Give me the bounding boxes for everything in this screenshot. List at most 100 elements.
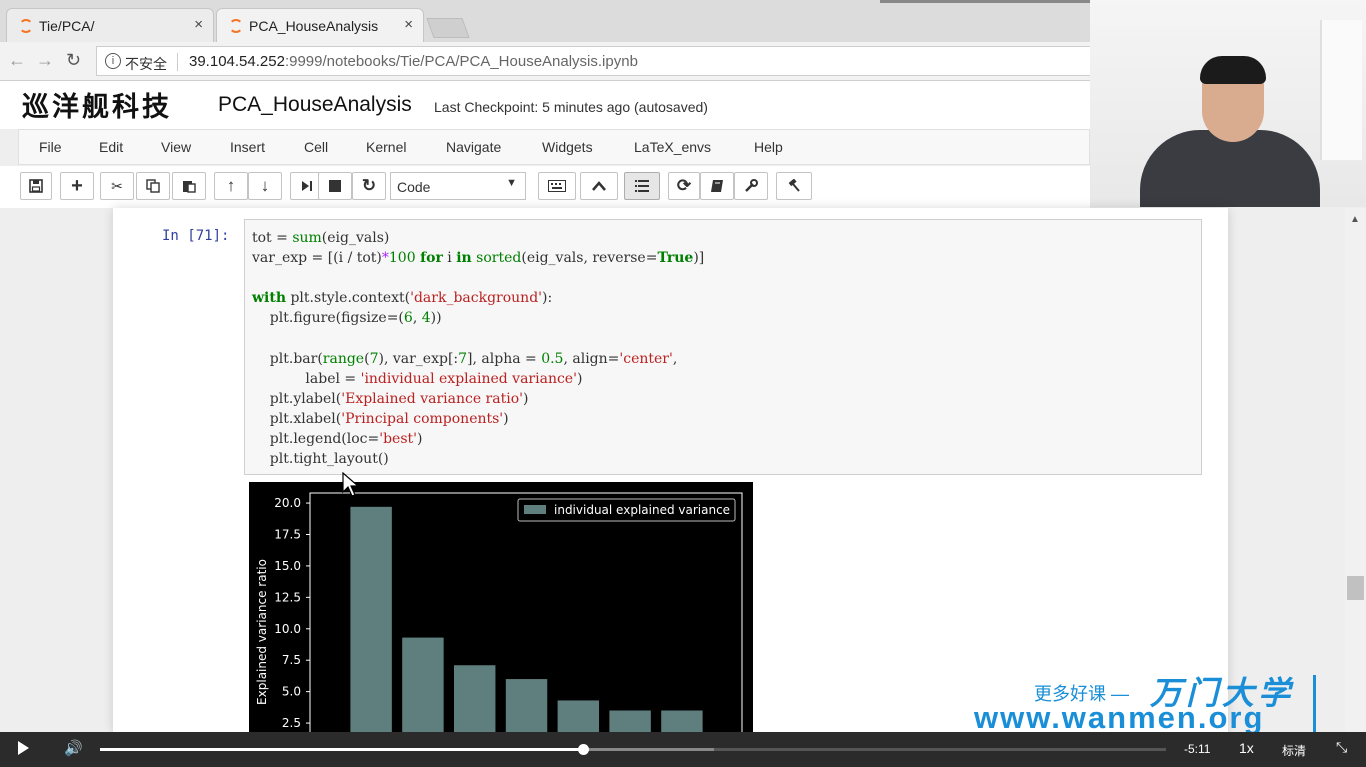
jupyter-header: 巡洋舰科技 PCA_HouseAnalysis Last Checkpoint:… [0, 81, 1090, 129]
keyboard-icon [548, 180, 566, 192]
collapse-up-button[interactable] [580, 172, 618, 200]
notebook-name[interactable]: PCA_HouseAnalysis [218, 93, 412, 117]
copy-icon [146, 179, 160, 193]
code-cell[interactable]: tot = sum(eig_vals) var_exp = [(i / tot)… [244, 219, 1202, 475]
bar-2 [454, 665, 496, 755]
webcam-background-wall [1320, 20, 1362, 160]
dropdown-arrow-icon: ▼ [506, 177, 517, 189]
bar-0 [350, 506, 392, 755]
presenter-hair [1200, 56, 1266, 84]
hammer-icon [788, 178, 800, 192]
seek-bar[interactable] [100, 744, 1166, 755]
interrupt-button[interactable] [318, 172, 352, 200]
exit-fullscreen-icon[interactable]: ⤡ [1336, 739, 1347, 756]
browser-tab-tie-pca[interactable]: Tie/PCA/ × [6, 8, 214, 42]
menu-view[interactable]: View [161, 139, 191, 155]
paste-icon [183, 181, 196, 193]
move-down-button[interactable]: ↓ [248, 172, 282, 200]
url-input[interactable]: i 不安全 39.104.54.252:9999/notebooks/Tie/P… [96, 46, 1090, 76]
save-icon [29, 179, 43, 193]
save-button[interactable] [20, 172, 52, 200]
tab-title: PCA_HouseAnalysis [249, 18, 379, 34]
menu-navigate[interactable]: Navigate [446, 139, 501, 155]
presenter-webcam-video [1090, 0, 1366, 207]
wrench-icon [745, 179, 758, 192]
paste-button[interactable] [172, 172, 206, 200]
watermark-url: www.wanmen.org [974, 700, 1265, 735]
y-tick-label: 17.5 [274, 527, 301, 541]
input-prompt: In [71]: [162, 228, 230, 244]
chevron-up-icon [592, 181, 606, 191]
menu-widgets[interactable]: Widgets [542, 139, 593, 155]
volume-icon[interactable]: 🔊 [64, 739, 83, 757]
plus-icon: + [71, 175, 83, 197]
menu-help[interactable]: Help [754, 139, 783, 155]
divider [177, 53, 178, 71]
cell-type-value: Code [397, 179, 431, 195]
info-icon[interactable]: i [105, 53, 121, 69]
menu-edit[interactable]: Edit [99, 139, 123, 155]
brand-logo[interactable]: 巡洋舰科技 [22, 85, 172, 124]
played-bar [100, 748, 583, 751]
stop-icon [329, 180, 341, 192]
insert-cell-button[interactable]: + [60, 172, 94, 200]
refresh-icon: ⟳ [676, 176, 692, 195]
menu-kernel[interactable]: Kernel [366, 139, 406, 155]
y-tick-label: 2.5 [282, 716, 301, 730]
list-icon [635, 180, 649, 192]
restart-button[interactable]: ↻ [352, 172, 386, 200]
move-up-button[interactable]: ↑ [214, 172, 248, 200]
menu-file[interactable]: File [39, 139, 62, 155]
url-path: :9999/notebooks/Tie/PCA/PCA_HouseAnalysi… [284, 53, 638, 70]
y-tick-label: 7.5 [282, 653, 301, 667]
book-button[interactable] [700, 172, 734, 200]
menu-cell[interactable]: Cell [304, 139, 328, 155]
cut-button[interactable]: ✂ [100, 172, 134, 200]
bar-1 [402, 637, 444, 755]
menu-insert[interactable]: Insert [230, 139, 265, 155]
forward-arrow-icon[interactable]: → [36, 50, 54, 71]
code-editor[interactable]: tot = sum(eig_vals) var_exp = [(i / tot)… [252, 228, 704, 469]
refresh-button[interactable]: ⟳ [668, 172, 700, 200]
bar-chart: 2.5 5.0 7.5 10.0 12.5 15.0 17.5 20.0 Explained … [255, 492, 743, 755]
legend-label: individual explained variance [554, 503, 730, 517]
quality-button[interactable]: 标清 [1282, 742, 1306, 759]
play-icon[interactable] [18, 741, 29, 755]
y-tick-label: 20.0 [274, 496, 301, 510]
back-arrow-icon[interactable]: ← [8, 50, 26, 71]
arrow-down-icon: ↓ [260, 176, 270, 195]
y-tick-label: 10.0 [274, 622, 301, 636]
mouse-cursor-icon [342, 472, 360, 497]
toc-button[interactable] [624, 172, 660, 200]
tab-close-icon[interactable]: × [194, 16, 203, 33]
video-player-controls: 🔊 -5:11 1x 标清 ⤡ [0, 732, 1366, 767]
menu-bar: File Edit View Insert Cell Kernel Naviga… [18, 129, 1090, 165]
page-scrollbar[interactable]: ▲ [1345, 208, 1366, 732]
cell-type-select[interactable]: Code ▼ [390, 172, 526, 200]
reload-icon[interactable]: ↻ [66, 50, 81, 71]
scroll-up-icon[interactable]: ▲ [1350, 214, 1360, 225]
build-button[interactable] [776, 172, 812, 200]
scrollbar-thumb[interactable] [1347, 576, 1364, 600]
browser-tab-pca-houseanalysis[interactable]: PCA_HouseAnalysis × [216, 8, 424, 42]
copy-button[interactable] [136, 172, 170, 200]
y-tick-label: 15.0 [274, 559, 301, 573]
legend: individual explained variance [517, 498, 736, 522]
time-remaining: -5:11 [1184, 742, 1211, 756]
security-label: 不安全 [125, 56, 167, 72]
settings-button[interactable] [734, 172, 768, 200]
new-tab-button[interactable] [426, 18, 470, 38]
jupyter-favicon-icon [19, 19, 33, 33]
playback-speed-button[interactable]: 1x [1239, 740, 1254, 756]
url-host: 39.104.54.252 [189, 53, 285, 70]
url-text: 39.104.54.252:9999/notebooks/Tie/PCA/PCA… [189, 53, 638, 70]
tab-close-icon[interactable]: × [404, 16, 413, 33]
notebook-toolbar: + ✂ ↑ ↓ ↻ Code ▼ ⟳ [0, 166, 1090, 208]
arrow-up-icon: ↑ [226, 176, 236, 195]
menu-latex-envs[interactable]: LaTeX_envs [634, 139, 711, 155]
seek-knob[interactable] [577, 744, 589, 755]
restart-icon: ↻ [361, 176, 377, 195]
bar-3 [505, 679, 548, 755]
step-forward-icon [302, 181, 312, 191]
keyboard-shortcuts-button[interactable] [538, 172, 576, 200]
